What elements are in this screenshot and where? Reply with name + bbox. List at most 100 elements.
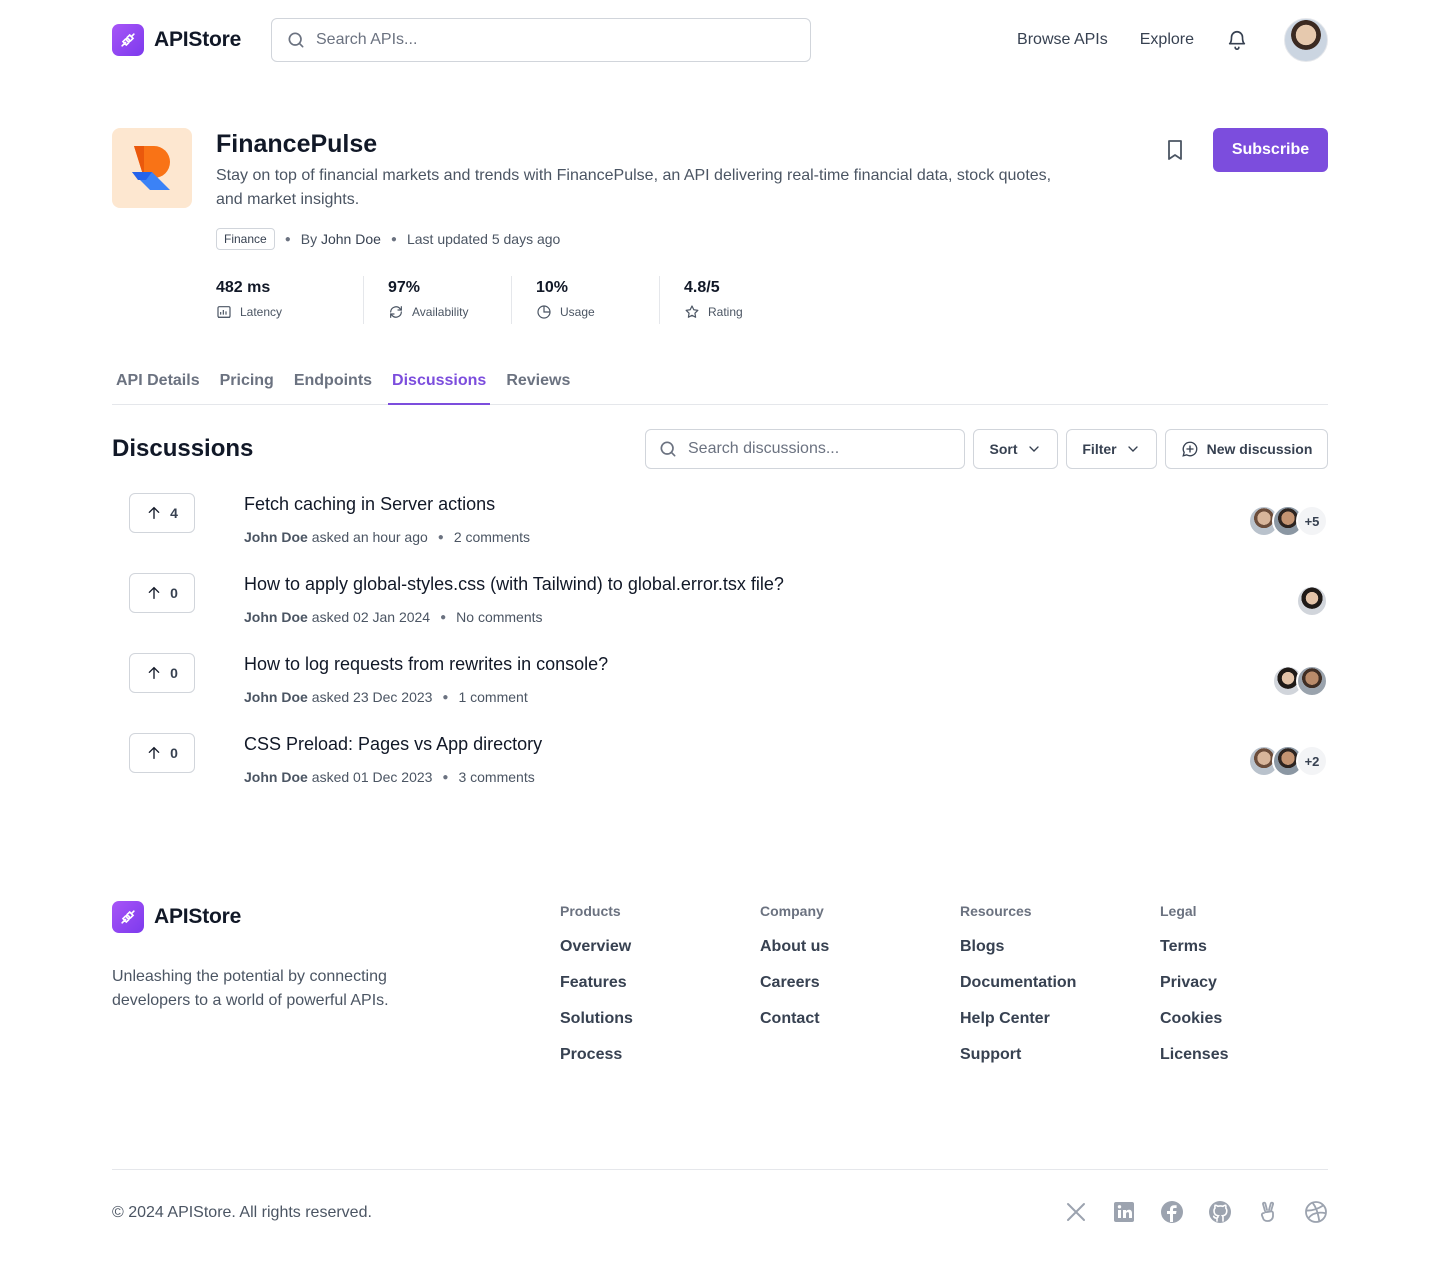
plug-icon xyxy=(112,901,144,933)
stat-label: Latency xyxy=(240,305,283,319)
angellist-icon[interactable] xyxy=(1256,1200,1280,1224)
discussion-meta: John Doe asked 23 Dec 2023 ● 1 comment xyxy=(244,689,528,705)
stat-rating: 4.8/5 Rating xyxy=(660,276,808,324)
stat-value: 4.8/5 xyxy=(684,279,720,296)
discussion-row[interactable]: 0 How to apply global-styles.css (with T… xyxy=(112,573,1328,653)
footer-column-title: Company xyxy=(760,903,824,919)
github-icon[interactable] xyxy=(1208,1200,1232,1224)
discussion-meta: John Doe asked 01 Dec 2023 ● 3 comments xyxy=(244,769,535,785)
separator-dot: ● xyxy=(440,611,447,623)
brand-logo[interactable]: APIStore xyxy=(112,24,241,56)
footer-link-support[interactable]: Support xyxy=(960,1045,1076,1081)
stats-bar: 482 ms Latency 97% Availability 10% Usag… xyxy=(216,276,808,324)
chevron-down-icon xyxy=(1125,441,1141,457)
footer-link-help-center[interactable]: Help Center xyxy=(960,1009,1076,1045)
stat-availability: 97% Availability xyxy=(364,276,512,324)
linkedin-icon[interactable] xyxy=(1112,1200,1136,1224)
discussion-title[interactable]: Fetch caching in Server actions xyxy=(244,494,495,515)
stat-value: 482 ms xyxy=(216,279,271,296)
footer-link-contact[interactable]: Contact xyxy=(760,1009,829,1045)
discussion-row[interactable]: 0 How to log requests from rewrites in c… xyxy=(112,653,1328,733)
vote-count: 4 xyxy=(170,505,178,521)
product-title: FinancePulse xyxy=(216,130,378,158)
arrow-up-icon xyxy=(146,505,162,521)
brand-name: APIStore xyxy=(154,28,242,51)
upvote-button[interactable]: 0 xyxy=(129,653,195,693)
discussion-author[interactable]: John Doe xyxy=(244,529,308,545)
discussion-search-input[interactable]: Search discussions... xyxy=(645,429,965,469)
discussion-asked: asked 01 Dec 2023 xyxy=(311,769,433,785)
footer-link-process[interactable]: Process xyxy=(560,1045,633,1081)
footer-link-careers[interactable]: Careers xyxy=(760,973,829,1009)
arrow-up-icon xyxy=(146,665,162,681)
discussion-author[interactable]: John Doe xyxy=(244,689,308,705)
footer-link-features[interactable]: Features xyxy=(560,973,633,1009)
tab-discussions[interactable]: Discussions xyxy=(388,366,491,405)
sort-button[interactable]: Sort xyxy=(973,429,1058,469)
footer-link-cookies[interactable]: Cookies xyxy=(1160,1009,1228,1045)
discussion-asked: asked 23 Dec 2023 xyxy=(311,689,433,705)
separator-dot: ● xyxy=(442,771,449,783)
facebook-icon[interactable] xyxy=(1160,1200,1184,1224)
more-participants-badge: +2 xyxy=(1296,745,1328,777)
footer-link-documentation[interactable]: Documentation xyxy=(960,973,1076,1009)
footer-link-about-us[interactable]: About us xyxy=(760,937,829,973)
tab-pricing[interactable]: Pricing xyxy=(216,366,278,405)
nav-browse-apis[interactable]: Browse APIs xyxy=(1017,31,1108,49)
dribbble-icon[interactable] xyxy=(1304,1200,1328,1224)
tab-bar: API Details Pricing Endpoints Discussion… xyxy=(112,366,1328,405)
separator-dot: ● xyxy=(437,531,444,543)
footer-brand-name: APIStore xyxy=(154,905,242,928)
discussion-row[interactable]: 4 Fetch caching in Server actions John D… xyxy=(112,493,1328,573)
tab-endpoints[interactable]: Endpoints xyxy=(290,366,376,405)
vote-count: 0 xyxy=(170,585,178,601)
product-logo xyxy=(112,128,192,208)
footer-link-terms[interactable]: Terms xyxy=(1160,937,1228,973)
participant-avatars xyxy=(1272,665,1328,697)
discussion-title[interactable]: How to log requests from rewrites in con… xyxy=(244,654,608,675)
new-discussion-button[interactable]: New discussion xyxy=(1165,429,1328,469)
tab-api-details[interactable]: API Details xyxy=(112,366,204,405)
footer-link-licenses[interactable]: Licenses xyxy=(1160,1045,1228,1081)
upvote-button[interactable]: 4 xyxy=(129,493,195,533)
discussion-author[interactable]: John Doe xyxy=(244,769,308,785)
plug-icon xyxy=(112,24,144,56)
discussion-asked: asked 02 Jan 2024 xyxy=(311,609,431,625)
x-icon[interactable] xyxy=(1064,1200,1088,1224)
filter-button[interactable]: Filter xyxy=(1066,429,1157,469)
footer-link-solutions[interactable]: Solutions xyxy=(560,1009,633,1045)
participant-avatars: +2 xyxy=(1248,745,1328,777)
user-avatar[interactable] xyxy=(1284,18,1328,62)
stat-label-row: Latency xyxy=(216,304,343,320)
stat-label-row: Usage xyxy=(536,304,639,320)
subscribe-button[interactable]: Subscribe xyxy=(1213,128,1328,172)
filter-label: Filter xyxy=(1082,441,1117,457)
discussion-author[interactable]: John Doe xyxy=(244,609,308,625)
discussion-title[interactable]: CSS Preload: Pages vs App directory xyxy=(244,734,542,755)
footer-link-privacy[interactable]: Privacy xyxy=(1160,973,1228,1009)
bookmark-icon[interactable] xyxy=(1163,138,1187,167)
top-header: APIStore Search APIs... Browse APIs Expl… xyxy=(112,18,1328,62)
tab-reviews[interactable]: Reviews xyxy=(502,366,574,405)
author-name[interactable]: John Doe xyxy=(321,231,381,247)
search-placeholder: Search APIs... xyxy=(316,31,418,48)
footer-brand-logo[interactable]: APIStore xyxy=(112,901,241,933)
nav-explore[interactable]: Explore xyxy=(1140,31,1194,49)
discussion-row[interactable]: 0 CSS Preload: Pages vs App directory Jo… xyxy=(112,733,1328,813)
usage-icon xyxy=(536,304,552,320)
search-input[interactable]: Search APIs... xyxy=(271,18,811,62)
discussion-meta: John Doe asked 02 Jan 2024 ● No comments xyxy=(244,609,543,625)
footer-column-legal: Legal Terms Privacy Cookies Licenses xyxy=(1160,903,1228,1081)
footer-column-title: Resources xyxy=(960,903,1032,919)
bell-icon[interactable] xyxy=(1226,29,1248,51)
footer-link-overview[interactable]: Overview xyxy=(560,937,633,973)
category-tag[interactable]: Finance xyxy=(216,228,275,250)
upvote-button[interactable]: 0 xyxy=(129,733,195,773)
search-icon xyxy=(286,30,306,50)
discussion-title[interactable]: How to apply global-styles.css (with Tai… xyxy=(244,574,784,595)
avatar xyxy=(1296,665,1328,697)
footer-link-blogs[interactable]: Blogs xyxy=(960,937,1076,973)
vote-count: 0 xyxy=(170,665,178,681)
upvote-button[interactable]: 0 xyxy=(129,573,195,613)
more-participants-badge: +5 xyxy=(1296,505,1328,537)
